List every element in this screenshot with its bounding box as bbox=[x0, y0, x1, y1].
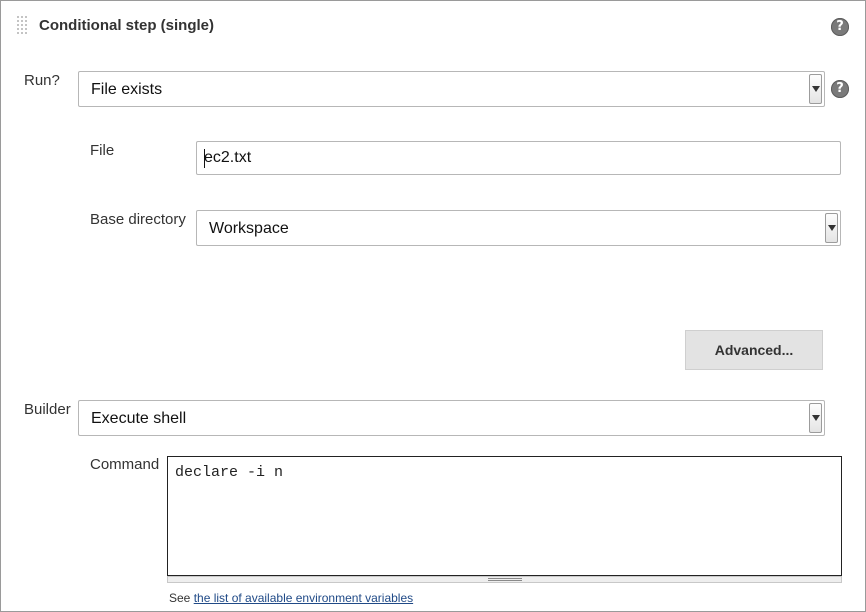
run-condition-value: File exists bbox=[91, 81, 163, 98]
conditional-step-panel: Conditional step (single) ? Run? File ex… bbox=[0, 0, 866, 612]
env-vars-link[interactable]: the list of available environment variab… bbox=[194, 591, 413, 605]
command-label: Command bbox=[90, 456, 160, 473]
run-condition-select[interactable]: File exists bbox=[78, 71, 825, 107]
drag-handle-icon[interactable] bbox=[16, 15, 30, 37]
text-cursor bbox=[204, 149, 205, 168]
question-mark-icon[interactable]: ? bbox=[831, 18, 849, 36]
panel-title: Conditional step (single) bbox=[39, 17, 214, 34]
file-input-value: ec2.txt bbox=[204, 149, 252, 166]
file-label: File bbox=[90, 142, 115, 159]
chevron-down-icon bbox=[809, 403, 822, 433]
run-help-question-mark-icon[interactable]: ? bbox=[831, 80, 849, 98]
chevron-down-icon bbox=[825, 213, 838, 243]
base-directory-value: Workspace bbox=[209, 220, 289, 237]
builder-select[interactable]: Execute shell bbox=[78, 400, 825, 436]
run-label: Run? bbox=[24, 72, 60, 89]
env-vars-footnote: See the list of available environment va… bbox=[169, 591, 413, 605]
textarea-resize-handle[interactable] bbox=[167, 576, 842, 583]
base-directory-label: Base directory bbox=[90, 211, 186, 228]
file-input[interactable]: ec2.txt bbox=[196, 141, 841, 175]
builder-label: Builder bbox=[24, 401, 71, 418]
resize-grip-icon bbox=[488, 578, 522, 581]
footnote-prefix: See bbox=[169, 591, 194, 605]
advanced-button[interactable]: Advanced... bbox=[685, 330, 823, 370]
builder-value: Execute shell bbox=[91, 410, 187, 427]
base-directory-select[interactable]: Workspace bbox=[196, 210, 841, 246]
command-textarea-value: declare -i n bbox=[175, 464, 284, 481]
chevron-down-icon bbox=[809, 74, 822, 104]
command-textarea[interactable]: declare -i n bbox=[167, 456, 842, 576]
panel-header: Conditional step (single) ? bbox=[1, 1, 865, 49]
